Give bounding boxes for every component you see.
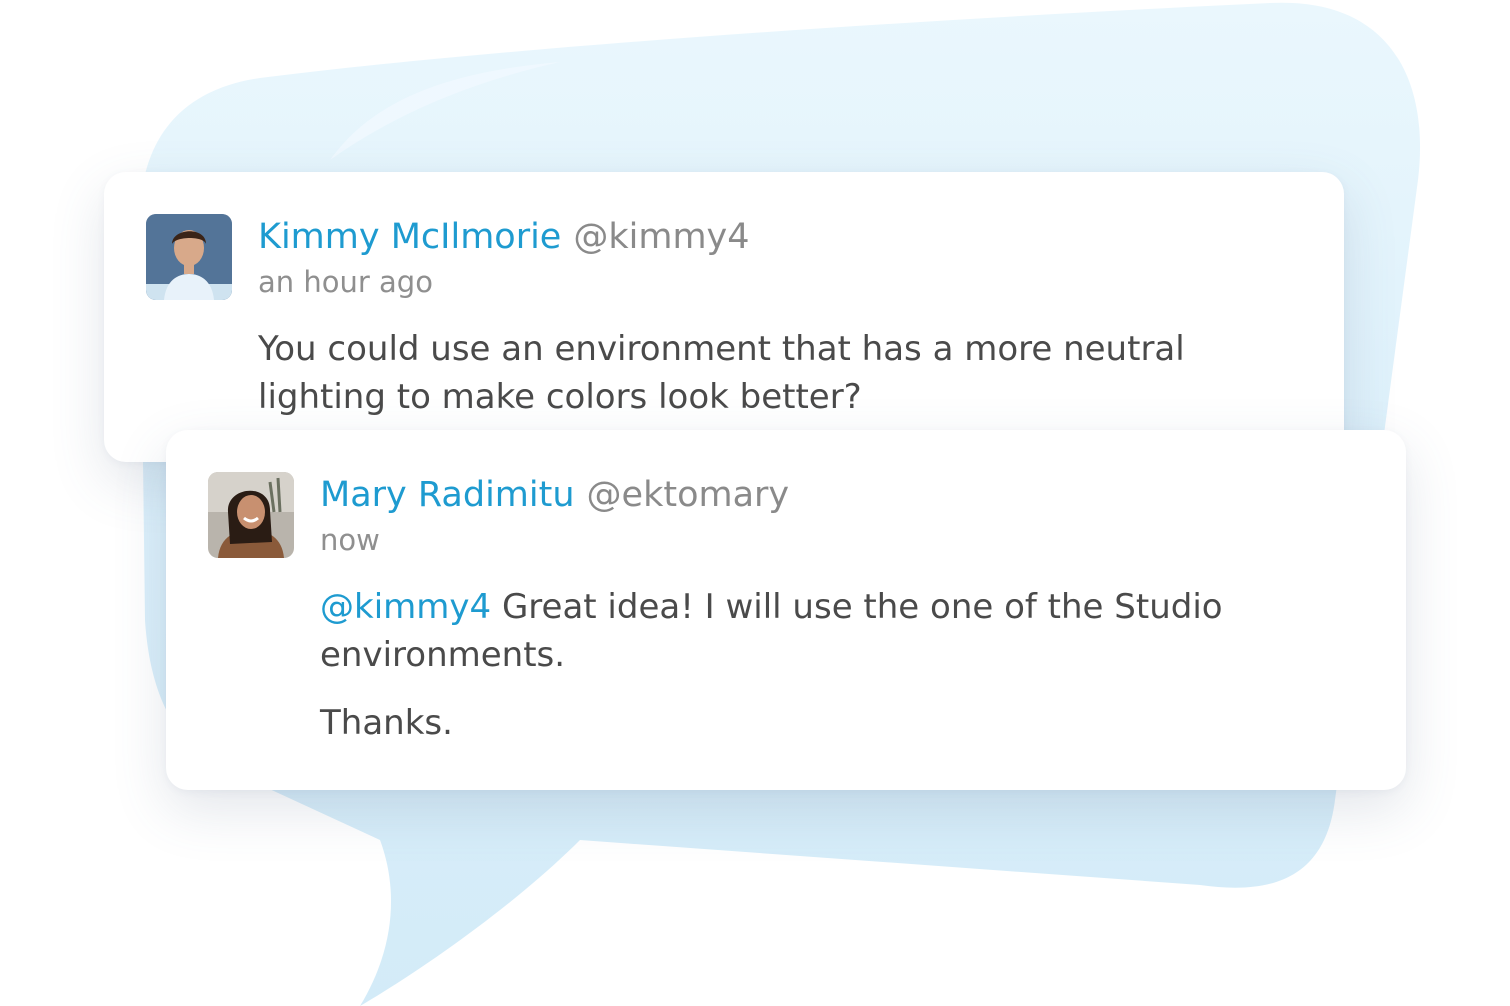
comment-meta: Mary Radimitu @ektomary now	[320, 472, 789, 560]
timestamp: now	[320, 523, 380, 557]
timestamp: an hour ago	[258, 265, 433, 299]
comment-text: You could use an environment that has a …	[258, 329, 1185, 417]
reply-text: @kimmy4 Great idea! I will use the one o…	[320, 583, 1360, 747]
author-name[interactable]: Mary Radimitu	[320, 475, 575, 515]
avatar-mary[interactable]	[208, 472, 294, 558]
author-handle[interactable]: @kimmy4	[573, 217, 749, 257]
avatar-kimmy[interactable]	[146, 214, 232, 300]
comment-card-kimmy: Kimmy McIlmorie @kimmy4 an hour ago You c…	[104, 172, 1344, 462]
reply-paragraph: @kimmy4 Great idea! I will use the one o…	[320, 583, 1360, 679]
reply-signoff: Thanks.	[320, 703, 453, 743]
comment-card-mary: Mary Radimitu @ektomary now @kimmy4 Great…	[166, 430, 1406, 790]
mention-link[interactable]: @kimmy4	[320, 587, 491, 627]
comment-meta: Kimmy McIlmorie @kimmy4 an hour ago	[258, 214, 750, 302]
author-handle[interactable]: @ektomary	[587, 475, 790, 515]
author-name[interactable]: Kimmy McIlmorie	[258, 217, 561, 257]
